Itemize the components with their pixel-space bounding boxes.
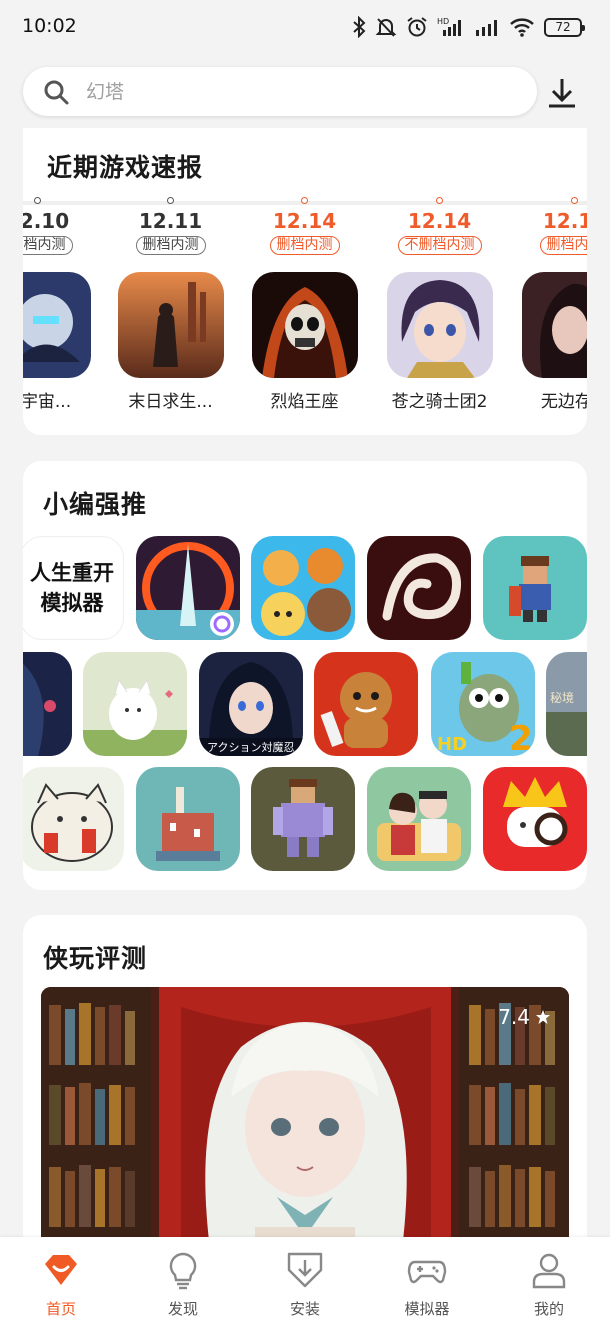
svg-text:アクション対魔忍: アクション対魔忍 [207,740,294,754]
timeline-dot [436,197,443,204]
nav-emulator[interactable]: 模拟器 [366,1237,488,1322]
timeline-dot [34,197,41,204]
section-title-editor-picks: 小编强推 [43,490,148,519]
bottom-navigation: 首页 发现 安装 模拟器 我的 [0,1237,610,1322]
news-item[interactable]: 12.10 删档内测 元宇宙... [23,197,105,412]
app-icon[interactable] [367,767,471,871]
nav-mine[interactable]: 我的 [488,1237,610,1322]
svg-text:HD: HD [437,17,449,26]
app-icon[interactable]: HD 2 [431,652,535,756]
news-tag: 删档内测 [23,236,73,255]
battery-level: 72 [544,17,585,37]
alarm-icon [406,14,428,40]
app-icon[interactable] [367,536,471,640]
signal-icon [474,14,500,40]
nav-label-mine: 我的 [533,1300,564,1318]
news-tag: 删档内测 [135,236,206,255]
nav-home[interactable]: 首页 [0,1237,122,1322]
news-date: 12.14 [542,209,587,233]
home-gem-icon [45,1255,77,1285]
game-news-card: 近期游戏速报 12.10 删档内测 元宇宙... 12.11 删档内测 末日求生… [23,128,587,435]
app-icon[interactable] [314,652,418,756]
timeline-dot [301,197,308,204]
app-icon[interactable]: アクション対魔忍 [199,652,303,756]
battery-icon: 72 [544,14,585,40]
app-icon[interactable] [136,536,240,640]
profile-icon [532,1253,566,1289]
nav-label-install: 安装 [289,1300,320,1318]
search-bar[interactable] [23,67,537,116]
status-bar: 10:02 HD 72 [0,0,610,56]
svg-text:秘境: 秘境 [550,690,574,705]
news-date: 12.14 [272,209,337,233]
news-tag: 删档内测 [269,236,340,255]
rating-badge: 7.4 [498,1005,551,1029]
section-title-news: 近期游戏速报 [47,153,204,182]
news-item[interactable]: 12.11 删档内测 末日求生... [103,197,238,412]
game-name: 苍之骑士团2 [391,392,488,412]
game-icon[interactable] [251,272,358,378]
install-icon [287,1252,323,1288]
search-icon [44,80,69,104]
app-icon[interactable] [83,652,187,756]
review-card: 侠玩评测 7.4 [23,915,587,1255]
gamepad-icon [407,1260,447,1284]
news-tag: 删档内测 [539,236,587,255]
app-icon[interactable] [23,767,124,871]
bluetooth-icon [352,14,366,40]
life-sim-text: 人生重开 模拟器 [30,561,114,615]
status-icons: HD 72 [352,14,585,40]
timeline-dot [167,197,174,204]
news-item[interactable]: 12.14 删档内测 烈焰王座 [237,197,372,412]
news-item[interactable]: 12.14 不删档内测 苍之骑士团2 [372,197,507,412]
app-icon[interactable] [251,767,355,871]
news-date: 12.14 [407,209,472,233]
editor-picks-card: 小编强推 人生重开 模拟器 アクション対魔忍 HD 2 秘境 [23,461,587,890]
game-name: 末日求生... [128,392,213,412]
status-time: 10:02 [22,15,77,37]
timeline-dot [571,197,578,204]
game-icon[interactable] [521,272,587,378]
review-cover-image[interactable]: 7.4 [41,987,569,1255]
app-icon[interactable] [136,767,240,871]
mute-bell-icon [375,14,397,40]
nav-label-emulator: 模拟器 [404,1300,450,1318]
search-input[interactable] [86,80,486,103]
svg-text:2: 2 [509,719,533,756]
nav-label-home: 首页 [45,1300,76,1318]
nav-install[interactable]: 安装 [244,1237,366,1322]
lightbulb-icon [169,1252,197,1290]
download-button[interactable] [546,76,578,110]
game-icon[interactable] [117,272,224,378]
wifi-icon [509,14,535,40]
svg-text:HD: HD [437,734,467,755]
game-name: 烈焰王座 [270,392,339,412]
rating-value: 7.4 [498,1005,530,1029]
game-name: 元宇宙... [23,392,72,412]
nav-discover[interactable]: 发现 [122,1237,244,1322]
game-icon[interactable] [23,272,91,378]
news-item[interactable]: 12.14 删档内测 无边存... [507,197,587,412]
hd-signal-icon: HD [437,14,465,40]
news-date: 12.11 [138,209,203,233]
news-date: 12.10 [23,209,70,233]
section-title-review: 侠玩评测 [43,944,148,973]
nav-label-discover: 发现 [167,1300,198,1318]
app-icon[interactable] [251,536,355,640]
game-icon[interactable] [386,272,493,378]
app-icon[interactable] [23,652,72,756]
game-name: 无边存... [540,392,587,412]
app-icon[interactable] [483,536,587,640]
download-icon [549,79,575,108]
star-icon [536,1010,550,1024]
news-tag: 不删档内测 [397,236,482,255]
app-icon[interactable]: 秘境 [546,652,587,756]
app-icon[interactable] [483,767,587,871]
app-icon-life-simulator[interactable]: 人生重开 模拟器 [23,536,124,640]
